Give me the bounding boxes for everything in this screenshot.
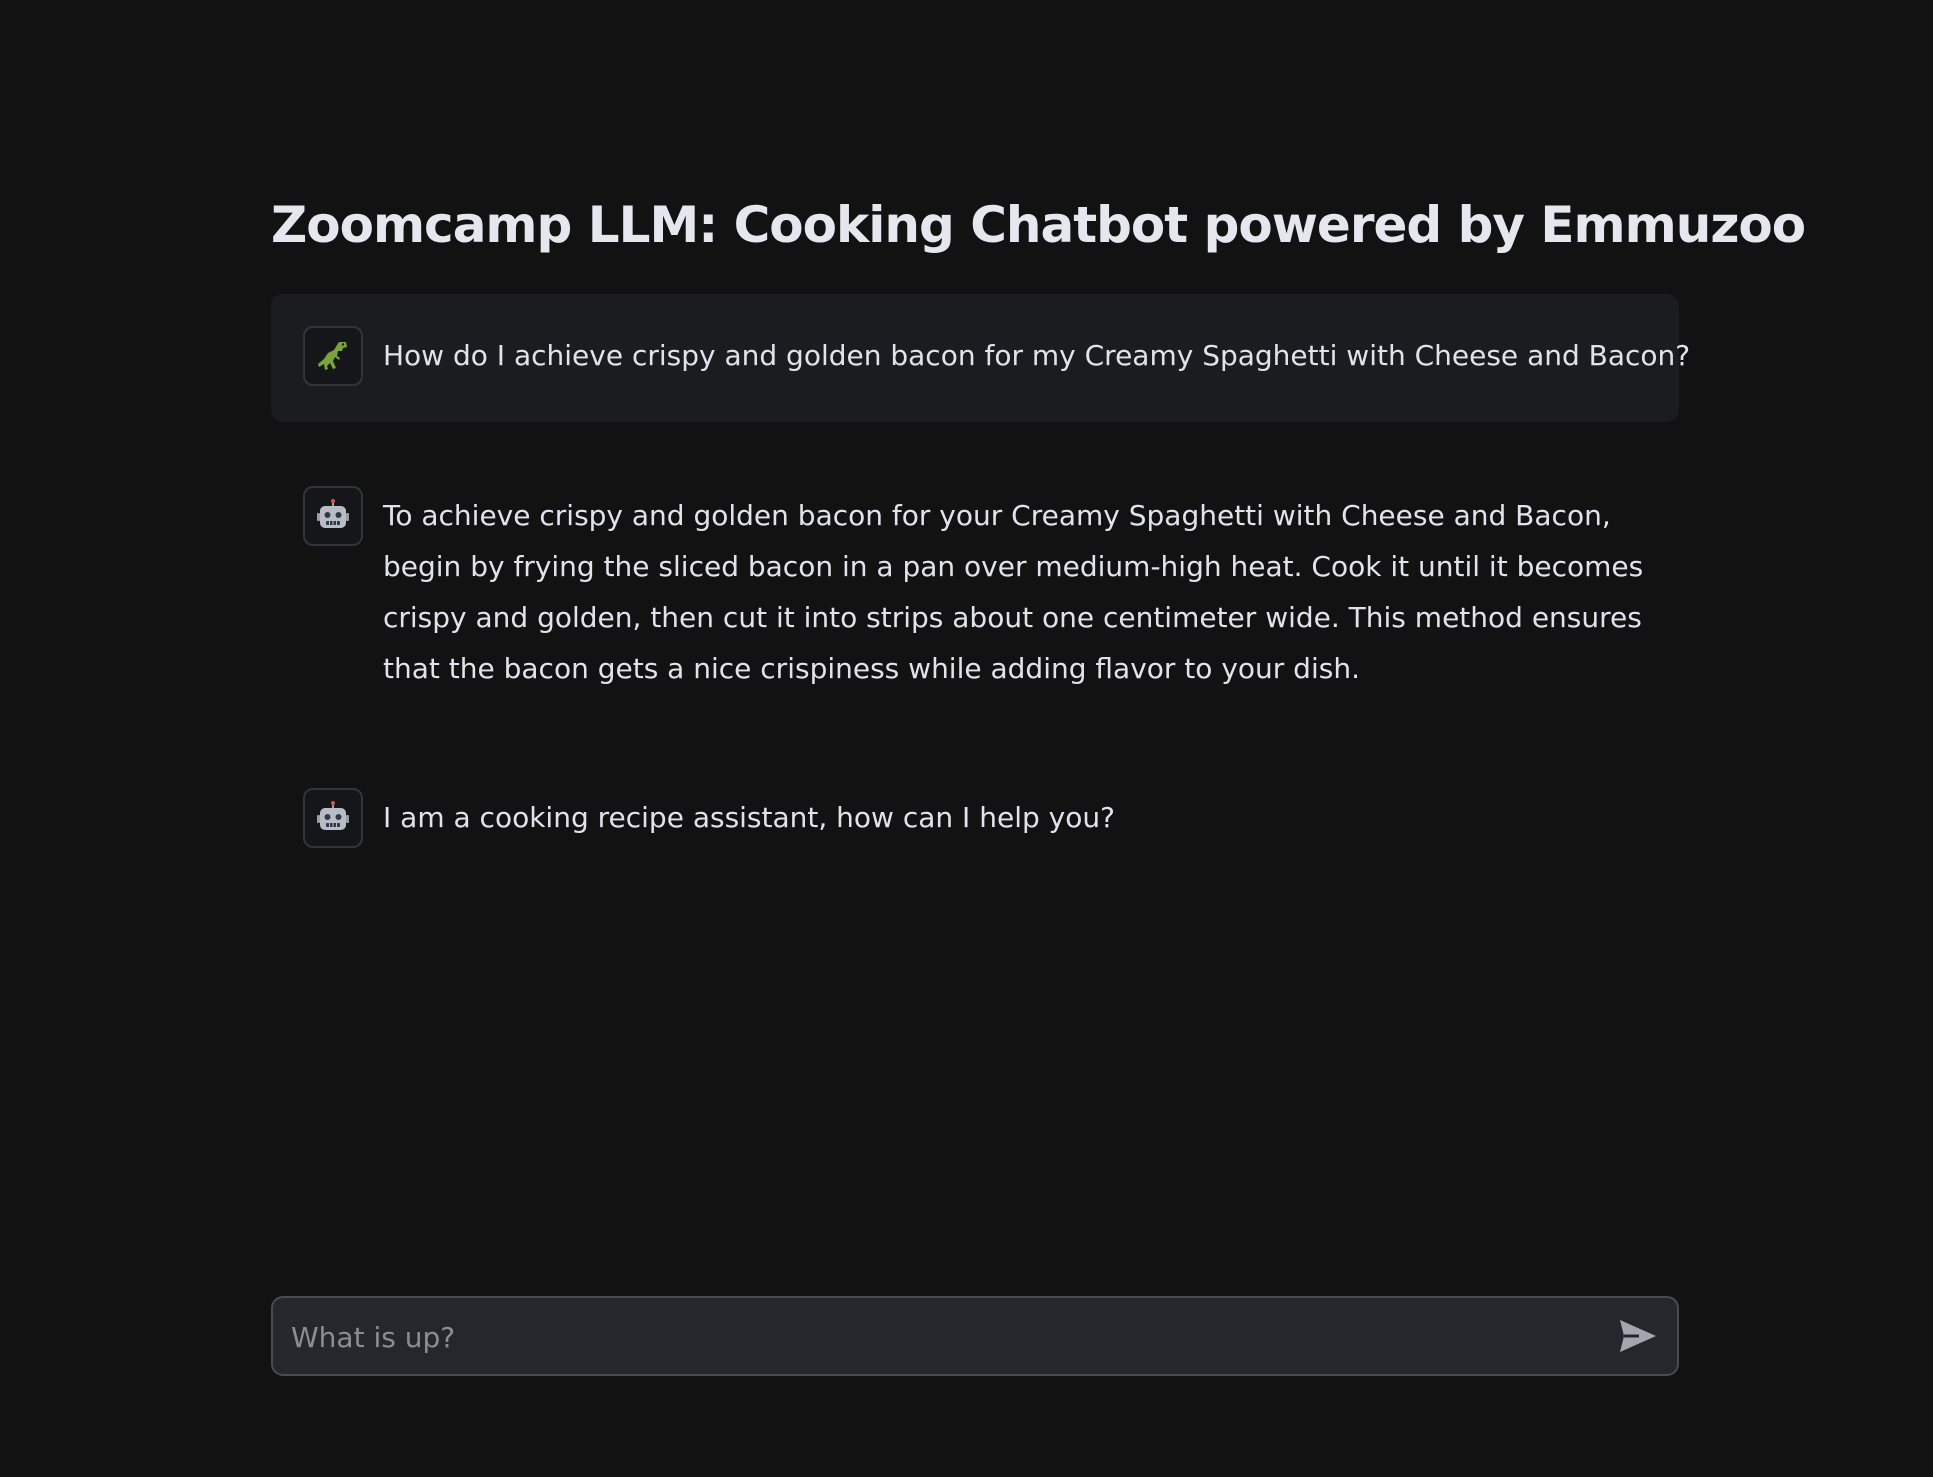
- send-icon: [1620, 1320, 1656, 1352]
- assistant-avatar: [303, 788, 363, 848]
- user-avatar: [303, 326, 363, 386]
- assistant-message-text: I am a cooking recipe assistant, how can…: [383, 801, 1115, 834]
- assistant-message-text: To achieve crispy and golden bacon for y…: [383, 499, 1644, 685]
- chat-input[interactable]: [289, 1298, 1593, 1376]
- user-message-text: How do I achieve crispy and golden bacon…: [383, 339, 1691, 372]
- robot-icon: [317, 499, 349, 528]
- assistant-avatar: [303, 486, 363, 546]
- dinosaur-icon: [318, 342, 347, 370]
- chat-message-assistant: I am a cooking recipe assistant, how can…: [271, 756, 1679, 866]
- send-button[interactable]: [1617, 1316, 1659, 1356]
- chat-message-assistant: To achieve crispy and golden bacon for y…: [271, 454, 1679, 694]
- chat-input-container: [271, 1296, 1679, 1376]
- robot-icon: [317, 801, 349, 830]
- page-title: Zoomcamp LLM: Cooking Chatbot powered by…: [271, 196, 1806, 254]
- chat-message-user: How do I achieve crispy and golden bacon…: [271, 294, 1691, 422]
